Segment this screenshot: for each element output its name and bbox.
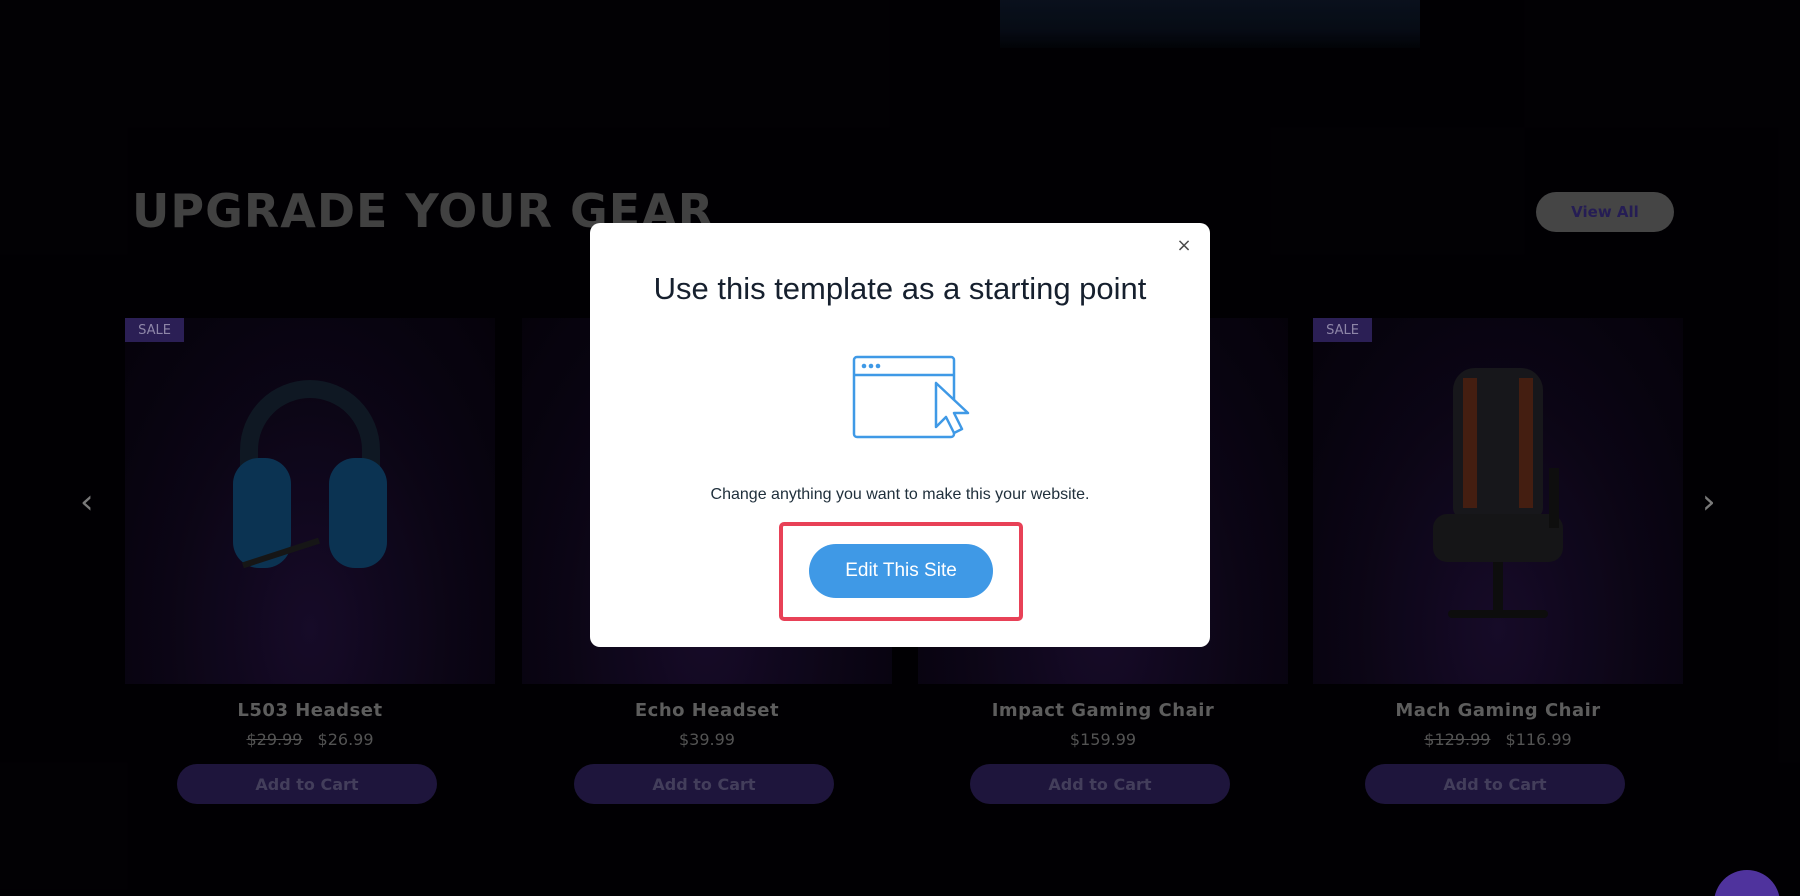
modal-title: Use this template as a starting point: [653, 271, 1147, 306]
modal-description: Change anything you want to make this yo…: [710, 486, 1090, 503]
template-modal: × Use this template as a starting point …: [590, 223, 1210, 647]
browser-window-cursor-icon: [852, 355, 970, 439]
sale-badge: SALE: [1313, 318, 1372, 342]
close-icon[interactable]: ×: [1172, 233, 1196, 257]
sale-badge: SALE: [125, 318, 184, 342]
edit-site-button[interactable]: Edit This Site: [809, 544, 993, 598]
